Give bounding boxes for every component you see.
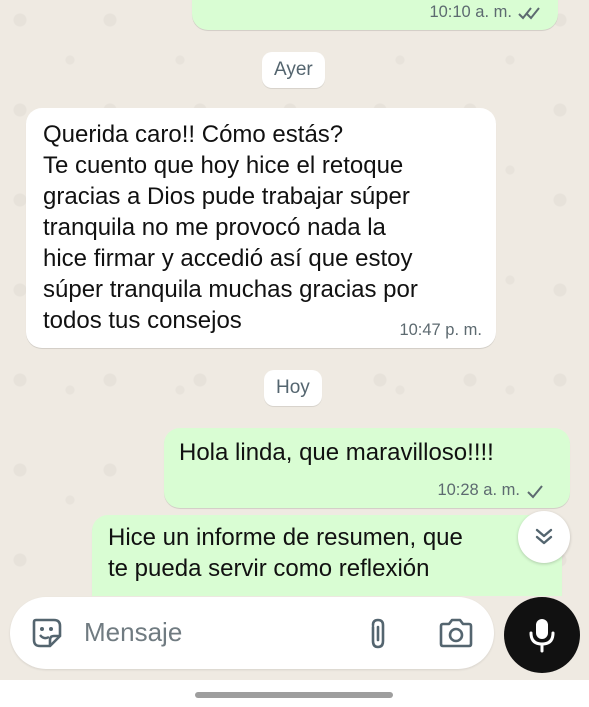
- message-text: Hola linda, que maravilloso!!!!: [179, 439, 494, 466]
- microphone-icon: [529, 619, 555, 653]
- message-time: 10:47 p. m.: [399, 321, 482, 339]
- message-input-bar[interactable]: Mensaje: [10, 597, 494, 669]
- message-time: 10:28 a. m.: [437, 481, 520, 499]
- double-check-icon: [518, 6, 540, 19]
- chevron-double-down-icon: [535, 528, 553, 545]
- message-meta: 10:28 a. m.: [437, 481, 544, 500]
- paperclip-icon[interactable]: [366, 617, 390, 651]
- date-separator: Hoy: [264, 370, 322, 406]
- message-text: Querida caro!! Cómo estás? Te cuento que…: [43, 121, 418, 334]
- message-bubble-outgoing[interactable]: Hice un informe de resumen, que te pueda…: [92, 515, 562, 596]
- voice-record-button[interactable]: [504, 597, 580, 673]
- camera-icon[interactable]: [438, 618, 474, 648]
- message-input-placeholder[interactable]: Mensaje: [84, 617, 182, 648]
- chat-area[interactable]: 10:10 a. m. Ayer Querida caro!! Cómo est…: [0, 0, 589, 596]
- home-indicator[interactable]: [195, 692, 393, 698]
- date-separator: Ayer: [262, 52, 325, 88]
- scroll-to-bottom-button[interactable]: [518, 511, 570, 563]
- message-bubble-incoming[interactable]: Querida caro!! Cómo estás? Te cuento que…: [26, 108, 496, 348]
- message-bubble-outgoing[interactable]: Hola linda, que maravilloso!!!! 10:28 a.…: [164, 428, 570, 508]
- message-meta: 10:10 a. m.: [429, 3, 544, 22]
- emoji-icon[interactable]: [30, 616, 64, 650]
- message-time: 10:10 a. m.: [429, 3, 512, 21]
- message-bubble-outgoing[interactable]: 10:10 a. m.: [192, 0, 558, 30]
- message-meta: 10:47 p. m.: [399, 321, 482, 340]
- single-check-icon: [527, 484, 543, 498]
- message-text: Hice un informe de resumen, que te pueda…: [108, 524, 463, 582]
